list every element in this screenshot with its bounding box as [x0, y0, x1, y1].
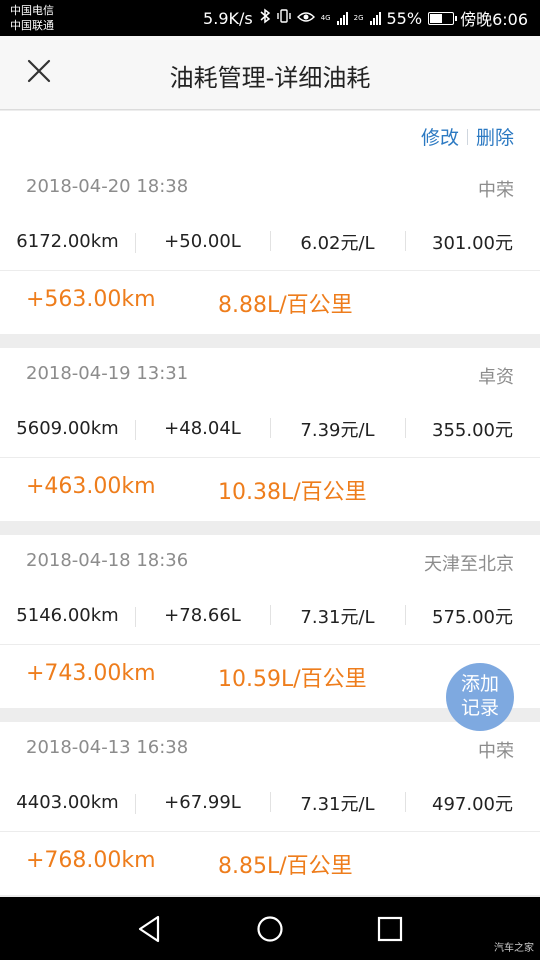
signal-4g-icon: [336, 11, 348, 25]
bluetooth-icon: [259, 8, 271, 28]
recents-square-icon: [377, 916, 403, 942]
record-station: 中荣: [478, 741, 514, 762]
record-distance: +563.00km: [26, 287, 156, 312]
record-station: 中荣: [478, 180, 514, 201]
record-card[interactable]: 2018-04-19 13:31 卓资 5609.00km +48.04L 7.…: [0, 348, 540, 521]
record-price: 6.02元/L: [270, 229, 405, 255]
status-bar: 中国电信 中国联通 5.9K/s 4G 2G 55% 傍晚6:06: [0, 0, 540, 36]
record-consumption: 8.88L/百公里: [218, 293, 353, 318]
record-mileage: 4403.00km: [16, 792, 119, 813]
clock: 傍晚6:06: [460, 10, 528, 29]
record-date: 2018-04-13 16:38: [26, 737, 189, 758]
record-cost: 301.00元: [405, 229, 540, 255]
home-button[interactable]: [252, 911, 288, 947]
edit-button[interactable]: 修改: [421, 123, 459, 150]
battery-icon: [428, 11, 458, 25]
record-card[interactable]: 2018-04-13 16:38 中荣 4403.00km +67.99L 7.…: [0, 722, 540, 895]
record-price: 7.39元/L: [270, 416, 405, 442]
signal-2g-icon: [369, 11, 381, 25]
record-actions: 修改 删除: [0, 111, 540, 161]
back-button[interactable]: [132, 911, 168, 947]
record-station: 天津至北京: [424, 554, 514, 575]
record-consumption: 10.38L/百公里: [218, 480, 367, 505]
watermark: 汽车之家: [494, 943, 534, 954]
record-date: 2018-04-19 13:31: [26, 363, 189, 384]
vibrate-icon: [277, 8, 291, 28]
record-station: 卓资: [478, 367, 514, 388]
home-circle-icon: [257, 916, 283, 942]
net-2g-label: 2G: [353, 13, 364, 22]
carrier-2: 中国联通: [10, 19, 54, 32]
net-4g-label: 4G: [320, 13, 331, 22]
record-cost: 355.00元: [405, 416, 540, 442]
carrier-info: 中国电信 中国联通: [10, 3, 54, 33]
system-nav-bar: 汽车之家: [0, 897, 540, 960]
back-triangle-icon: [138, 915, 160, 943]
record-fuel: +50.00L: [135, 231, 270, 253]
eye-comfort-icon: [296, 9, 315, 28]
record-fuel: +48.04L: [135, 418, 270, 440]
record-distance: +768.00km: [26, 848, 156, 873]
add-record-label-2: 记录: [460, 697, 499, 719]
record-distance: +463.00km: [26, 474, 156, 499]
page-title: 油耗管理-详细油耗: [169, 64, 371, 92]
carrier-1: 中国电信: [10, 4, 54, 17]
records-list[interactable]: 修改 删除 2018-04-20 18:38 中荣 6172.00km +50.…: [0, 111, 540, 897]
app-header: 油耗管理-详细油耗: [0, 36, 540, 110]
record-date: 2018-04-20 18:38: [26, 176, 189, 197]
record-mileage: 5146.00km: [16, 605, 119, 626]
add-record-label-1: 添加: [460, 673, 499, 695]
record-cost: 497.00元: [405, 790, 540, 816]
battery-percent: 55%: [386, 8, 423, 28]
action-divider: [466, 128, 468, 145]
record-fuel: +78.66L: [135, 605, 270, 627]
record-card[interactable]: 2018-04-20 18:38 中荣 6172.00km +50.00L 6.…: [0, 161, 540, 334]
record-cost: 575.00元: [405, 603, 540, 629]
recents-button[interactable]: [372, 911, 408, 947]
record-fuel: +67.99L: [135, 792, 270, 814]
network-speed: 5.9K/s: [203, 8, 253, 28]
status-indicators: 5.9K/s 4G 2G 55% 傍晚6:06: [203, 0, 528, 36]
record-consumption: 10.59L/百公里: [218, 667, 367, 692]
record-mileage: 6172.00km: [16, 231, 119, 252]
record-price: 7.31元/L: [270, 790, 405, 816]
record-mileage: 5609.00km: [16, 418, 119, 439]
delete-button[interactable]: 删除: [476, 123, 514, 150]
add-record-button[interactable]: 添加 记录: [446, 663, 514, 731]
record-distance: +743.00km: [26, 661, 156, 686]
record-consumption: 8.85L/百公里: [218, 854, 353, 879]
record-price: 7.31元/L: [270, 603, 405, 629]
record-date: 2018-04-18 18:36: [26, 550, 189, 571]
